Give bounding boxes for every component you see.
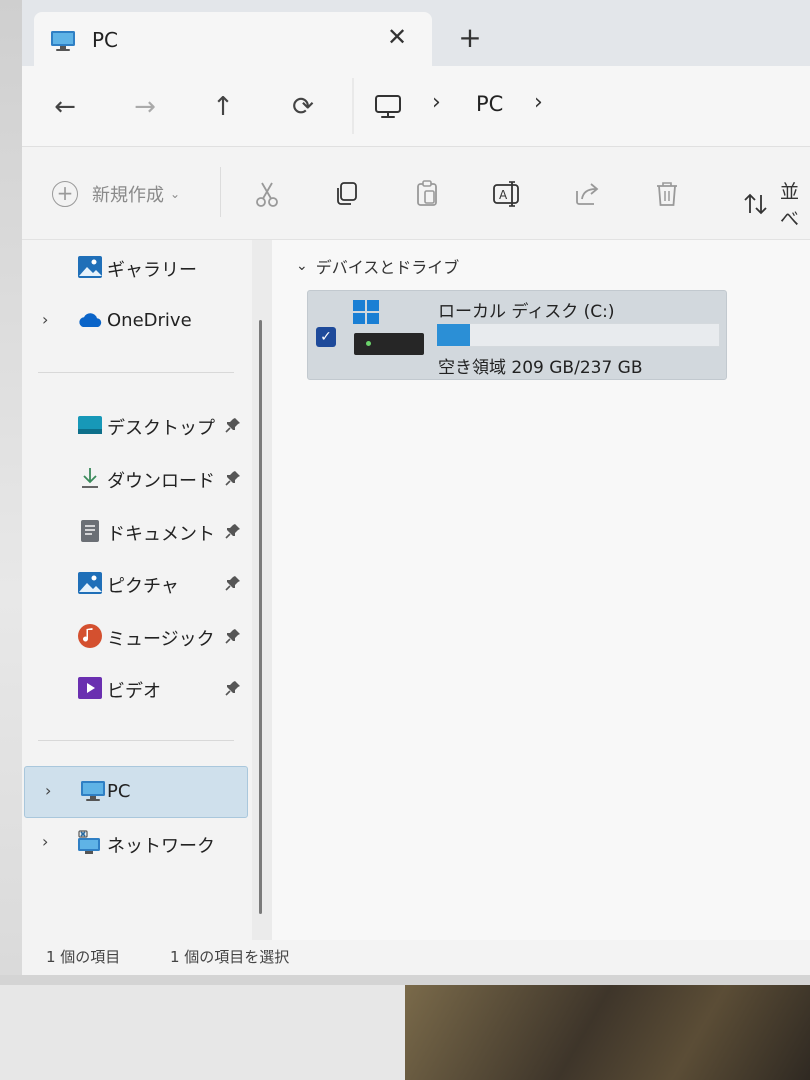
sidebar-item-videos[interactable]: ビデオ [22,663,248,713]
copy-icon[interactable] [330,177,364,211]
drive-free-space: 空き領域 209 GB/237 GB [438,358,643,378]
refresh-button[interactable]: ⟳ [284,88,322,126]
sidebar-item-label: ドキュメント [107,524,215,545]
pin-icon[interactable] [224,679,242,697]
sidebar-item-label: PC [107,781,131,802]
content-pane: ⌄ デバイスとドライブ ✓ ローカル ディスク (C:) 空き領域 209 GB… [272,240,810,940]
gallery-icon [77,254,103,280]
sidebar-item-label: ダウンロード [107,471,215,492]
drive-name: ローカル ディスク (C:) [438,302,615,322]
tab-pc[interactable]: PC ✕ [34,12,432,66]
sidebar-item-label: ピクチャ [107,576,179,597]
pc-icon [50,30,76,51]
sort-label: 並べ [780,181,800,230]
desktop-icon [77,412,103,438]
breadcrumb-chevron-icon[interactable]: › [534,90,543,115]
address-bar-divider [352,78,354,134]
group-header-devices[interactable]: ⌄ デバイスとドライブ [296,254,459,278]
chevron-down-icon: ⌄ [170,187,181,201]
drive-usage-bar [436,323,720,347]
network-icon [77,830,103,856]
music-icon [77,623,103,649]
pictures-icon [77,570,103,596]
new-tab-button[interactable]: + [454,22,486,54]
share-icon[interactable] [570,177,604,211]
command-divider [220,167,221,217]
photo-paper [0,985,405,1080]
sidebar-item-label: ネットワーク [107,836,215,857]
close-tab-icon[interactable]: ✕ [382,22,412,52]
forward-button[interactable]: → [126,88,164,126]
photo-background [0,0,22,1080]
command-bar: + 新規作成 ⌄ A 並べ [22,147,810,240]
sidebar-scrollbar[interactable] [259,320,262,914]
sidebar-item-label: ミュージック [107,629,215,650]
status-bar: 1 個の項目 1 個の項目を選択 [22,940,810,975]
up-button[interactable]: ↑ [204,88,242,126]
drive-usage-fill [437,324,471,346]
onedrive-icon [77,308,103,334]
sidebar-item-downloads[interactable]: ダウンロード [22,453,248,503]
pin-icon[interactable] [224,627,242,645]
chevron-right-icon[interactable]: › [45,781,51,800]
sort-icon [742,191,770,217]
navigation-bar: ← → ↑ ⟳ › PC › [22,66,810,147]
checkbox-checked-icon[interactable]: ✓ [316,327,336,347]
navigation-pane: ギャラリー › OneDrive デスクトップ ダウンロード ドキュメント ピク… [22,240,272,940]
sidebar-divider [38,372,234,373]
download-icon [77,465,103,491]
chevron-right-icon[interactable]: › [42,832,48,851]
file-explorer-window: PC ✕ + ← → ↑ ⟳ › PC › + 新規作成 ⌄ A 並べ ギャラリ… [22,0,810,975]
photo-desk [405,985,810,1080]
svg-text:A: A [499,188,508,202]
paste-icon[interactable] [410,177,444,211]
back-button[interactable]: ← [46,88,84,126]
sidebar-item-documents[interactable]: ドキュメント [22,506,248,556]
chevron-down-icon: ⌄ [296,258,308,274]
pin-icon[interactable] [224,469,242,487]
status-selected-count: 1 個の項目を選択 [170,948,290,966]
new-button[interactable]: + 新規作成 ⌄ [52,179,180,209]
new-button-label: 新規作成 [92,185,164,206]
group-header-label: デバイスとドライブ [315,258,460,277]
windows-logo-icon [352,299,380,325]
plus-icon: + [52,181,78,207]
sort-button[interactable]: 並べ [742,177,810,231]
breadcrumb-pc[interactable]: PC [476,92,503,116]
pin-icon[interactable] [224,574,242,592]
sidebar-item-label: OneDrive [107,310,192,331]
sidebar-item-label: ギャラリー [107,260,197,281]
tab-bar: PC ✕ + [22,0,810,66]
monitor-icon[interactable] [374,94,402,118]
chevron-right-icon[interactable]: › [42,310,48,329]
sidebar-item-network[interactable]: › ネットワーク [22,818,248,868]
hard-drive-icon [354,333,424,355]
status-item-count: 1 個の項目 [46,948,121,966]
tab-title: PC [92,28,119,52]
sidebar-item-label: ビデオ [107,681,161,702]
sidebar-item-desktop[interactable]: デスクトップ [22,400,248,450]
delete-icon[interactable] [650,177,684,211]
pc-icon [80,779,106,805]
pin-icon[interactable] [224,416,242,434]
documents-icon [77,518,103,544]
cut-icon[interactable] [250,177,284,211]
pin-icon[interactable] [224,522,242,540]
rename-icon[interactable]: A [490,177,524,211]
sidebar-divider [38,740,234,741]
sidebar-item-onedrive[interactable]: › OneDrive [22,296,248,346]
sidebar-item-label: デスクトップ [107,418,215,439]
sidebar-item-pictures[interactable]: ピクチャ [22,558,248,608]
videos-icon [77,675,103,701]
drive-tile-c[interactable]: ✓ ローカル ディスク (C:) 空き領域 209 GB/237 GB [307,290,727,380]
sidebar-item-gallery[interactable]: ギャラリー [22,242,248,292]
sidebar-item-pc[interactable]: › PC [24,766,248,818]
breadcrumb-chevron-icon[interactable]: › [432,90,441,115]
sidebar-scrollbar-track[interactable] [252,240,272,940]
sidebar-item-music[interactable]: ミュージック [22,611,248,661]
